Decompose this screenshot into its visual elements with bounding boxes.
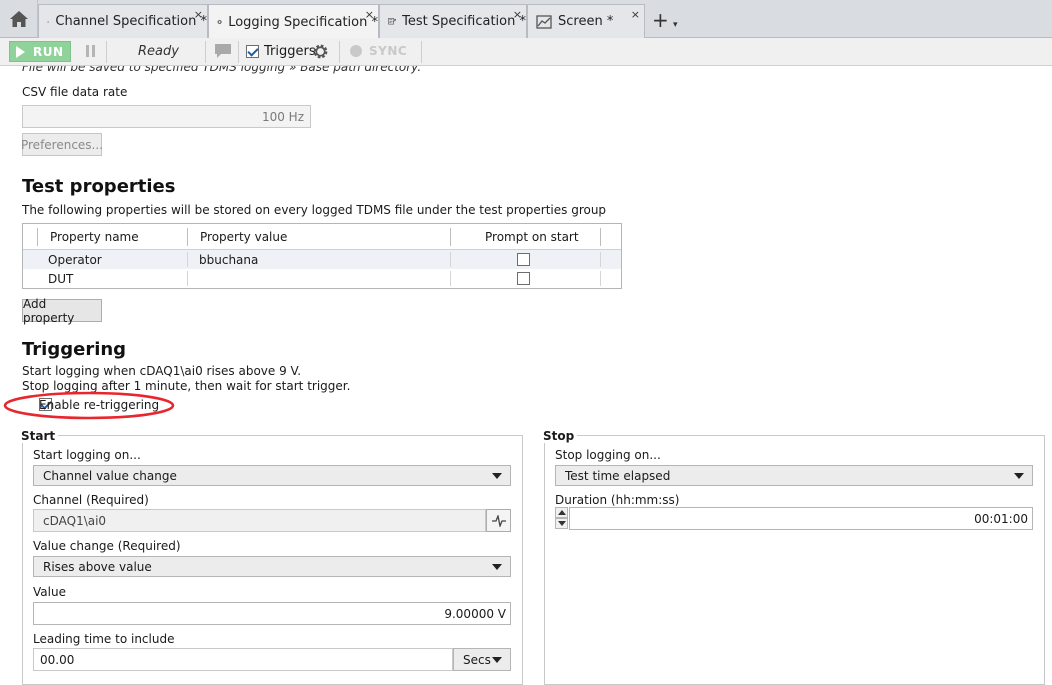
toolbar-divider [421, 41, 422, 63]
properties-table: Property name Property value Prompt on s… [22, 223, 622, 289]
channel-browse-button[interactable] [486, 509, 511, 532]
value-label: Value [33, 585, 66, 599]
duration-decrement-button[interactable] [555, 518, 568, 529]
table-row[interactable]: Operator bbuchana [23, 250, 621, 269]
toolbar-divider [238, 41, 239, 63]
tab-label: Test Specification * [402, 14, 526, 29]
close-icon[interactable]: × [631, 8, 640, 21]
tab-overflow-dropdown[interactable]: ▾ [673, 20, 678, 30]
leading-time-value: 00.00 [40, 652, 75, 667]
stop-mode-label: Stop logging on... [555, 448, 661, 462]
column-header-property-value[interactable]: Property value [200, 230, 287, 244]
channel-value: cDAQ1\ai0 [43, 513, 107, 528]
preferences-button-label: Preferences... [20, 137, 104, 152]
test-properties-description: The following properties will be stored … [22, 203, 607, 217]
close-icon[interactable]: × [513, 8, 522, 21]
leading-time-label: Leading time to include [33, 632, 175, 646]
channel-input[interactable]: cDAQ1\ai0 [33, 509, 486, 532]
close-icon[interactable]: × [194, 8, 203, 21]
chevron-down-icon [492, 564, 502, 570]
add-tab-button[interactable]: + [652, 8, 669, 32]
property-name-cell[interactable]: DUT [48, 272, 73, 286]
triggers-checkbox[interactable] [246, 45, 259, 58]
start-mode-dropdown[interactable]: Channel value change [33, 465, 511, 486]
gear-icon [217, 19, 222, 25]
prompt-on-start-checkbox[interactable] [517, 253, 530, 266]
comment-icon[interactable] [214, 43, 232, 59]
stop-mode-dropdown[interactable]: Test time elapsed [555, 465, 1033, 486]
leading-time-unit: Secs [463, 652, 491, 667]
add-property-button[interactable]: Add property [22, 296, 102, 325]
tab-screen[interactable]: Screen * × [527, 4, 645, 38]
add-property-button-label: Add property [23, 296, 75, 325]
run-button[interactable]: RUN [9, 41, 71, 62]
table-row[interactable]: DUT [23, 269, 621, 288]
column-header-prompt-on-start[interactable]: Prompt on start [485, 230, 579, 244]
play-icon [16, 45, 25, 58]
status-text: Ready [138, 44, 179, 59]
prompt-on-start-checkbox[interactable] [517, 272, 530, 285]
chevron-up-icon [558, 510, 566, 515]
value-input-text: 9.00000 V [444, 606, 506, 621]
screen-icon [536, 14, 552, 29]
stop-mode-value: Test time elapsed [565, 468, 671, 483]
leading-time-input[interactable]: 00.00 [33, 648, 453, 671]
test-properties-heading: Test properties [22, 176, 176, 197]
table-header: Property name Property value Prompt on s… [23, 224, 621, 250]
value-change-dropdown[interactable]: Rises above value [33, 556, 511, 577]
chevron-down-icon [492, 657, 502, 663]
trigger-settings-gear-icon[interactable] [312, 43, 329, 60]
chevron-down-icon [558, 521, 566, 526]
close-icon[interactable]: × [365, 8, 374, 21]
sync-button[interactable]: SYNC [369, 44, 407, 58]
value-change-value: Rises above value [43, 559, 152, 574]
sync-icon [350, 45, 362, 57]
tab-label: Logging Specification * [228, 14, 378, 30]
triggers-label: Triggers [264, 44, 316, 59]
duration-increment-button[interactable] [555, 507, 568, 518]
toolbar-divider [339, 41, 340, 63]
value-change-label: Value change (Required) [33, 539, 181, 553]
duration-label: Duration (hh:mm:ss) [555, 493, 680, 507]
stop-group-label: Stop [543, 429, 578, 443]
tab-channel-specification[interactable]: Channel Specification * × [38, 4, 208, 38]
trigger-summary-start: Start logging when cDAQ1\ai0 rises above… [22, 364, 302, 378]
waveform-icon [491, 514, 506, 527]
channel-icon [47, 20, 50, 23]
red-ellipse-annotation [3, 391, 175, 420]
duration-value: 00:01:00 [974, 511, 1028, 526]
toolbar-divider [205, 41, 206, 63]
property-value-cell[interactable]: bbuchana [199, 253, 258, 267]
value-input[interactable]: 9.00000 V [33, 602, 511, 625]
duration-input[interactable]: 00:01:00 [569, 507, 1033, 530]
clipped-info-container: File will be saved to specified TDMS log… [0, 66, 1052, 78]
csv-rate-value: 100 Hz [261, 109, 304, 124]
tab-label: Screen * [558, 14, 614, 29]
leading-time-unit-dropdown[interactable]: Secs [453, 648, 511, 671]
chevron-down-icon [1014, 473, 1024, 479]
base-path-info: File will be saved to specified TDMS log… [22, 66, 422, 74]
tab-label: Channel Specification * [55, 14, 207, 29]
test-icon [388, 18, 396, 25]
property-name-cell[interactable]: Operator [48, 253, 102, 267]
preferences-button[interactable]: Preferences... [20, 133, 104, 156]
tab-test-specification[interactable]: Test Specification * × [379, 4, 527, 38]
home-tab[interactable] [0, 0, 38, 38]
tab-logging-specification[interactable]: Logging Specification * × [208, 4, 379, 39]
csv-rate-label: CSV file data rate [22, 85, 128, 99]
run-button-label: RUN [33, 44, 64, 59]
csv-rate-input: 100 Hz [22, 105, 311, 128]
column-header-property-name[interactable]: Property name [50, 230, 139, 244]
start-mode-value: Channel value change [43, 468, 177, 483]
start-group-label: Start [21, 429, 59, 443]
home-icon [9, 11, 28, 27]
triggering-heading: Triggering [22, 339, 127, 360]
channel-label: Channel (Required) [33, 493, 149, 507]
pause-icon[interactable] [86, 45, 96, 57]
chevron-down-icon [492, 473, 502, 479]
toolbar-divider [106, 41, 107, 63]
start-mode-label: Start logging on... [33, 448, 141, 462]
